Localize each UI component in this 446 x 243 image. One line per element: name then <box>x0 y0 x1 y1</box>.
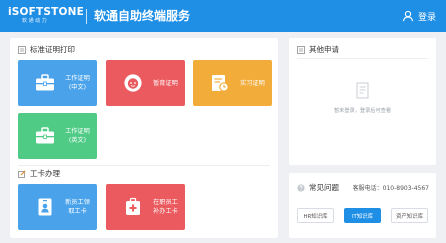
tile-label-line1: 工作证明 <box>65 128 90 135</box>
tile-label: 暂育证明 <box>148 60 183 106</box>
empty-state-text: 暂未登录，登录后可查看 <box>333 108 392 114</box>
login-label: 登录 <box>417 12 436 23</box>
other-divider <box>297 58 428 59</box>
header-divider <box>86 9 87 24</box>
faq-title: 常见问题 <box>309 183 339 192</box>
tile-label: 在职员工 补办工卡 <box>148 184 183 230</box>
services-panel: 标准证明打印 工作证明 (中文) 暂育证明 实习证明 工作证明 (英文) 工卡办… <box>10 38 278 238</box>
medical-kit-icon <box>126 197 140 215</box>
tile-label-line1: 暂育证明 <box>153 79 178 87</box>
empty-document-icon <box>356 82 369 99</box>
top-bar: iSOFTSTONE 软 通 动 力 软通自助终端服务 登录 <box>0 0 446 32</box>
tile-label: 工作证明 (英文) <box>60 113 95 159</box>
logo-brand: iSOFTSTONE <box>8 6 85 18</box>
tile-label-line2: 取工卡 <box>68 208 87 215</box>
tile-label: 工作证明 (中文) <box>60 60 95 106</box>
badge-icon <box>38 198 52 216</box>
tile-label-line1: 工作证明 <box>65 75 90 82</box>
tile-label-line2: 补办工卡 <box>153 208 178 215</box>
section-cert-header: 标准证明打印 <box>18 44 75 55</box>
tile-label-line2: (中文) <box>68 84 87 91</box>
section-cert-title: 标准证明打印 <box>30 45 75 54</box>
baby-icon <box>124 74 142 92</box>
hr-knowledge-button[interactable]: HR知识库 <box>297 208 334 223</box>
user-icon <box>402 10 414 22</box>
tile-reissue-badge[interactable]: 在职员工 补办工卡 <box>106 184 185 230</box>
phone-label: 客服电话： <box>352 185 383 192</box>
app-title: 软通自助终端服务 <box>94 9 191 23</box>
section-badge-title: 工卡办理 <box>30 169 60 178</box>
faq-header: 常见问题 <box>297 182 339 193</box>
other-applications-panel: 其他申请 暂未登录，登录后可查看 <box>289 38 436 165</box>
section-badge-header: 工卡办理 <box>18 168 60 179</box>
briefcase-icon <box>36 74 54 91</box>
phone-number: 010-8903-4567 <box>382 185 429 192</box>
tile-label-line1: 实习证明 <box>240 79 265 87</box>
logo-subtitle: 软 通 动 力 <box>22 18 47 24</box>
document-icon <box>297 45 305 54</box>
tile-label-line1: 在职员工 <box>153 199 178 206</box>
certificate-icon <box>212 75 229 92</box>
tile-label-line1: 新员工领 <box>65 199 90 206</box>
tile-internship-cert[interactable]: 实习证明 <box>193 60 272 106</box>
it-knowledge-button[interactable]: IT知识库 <box>344 208 381 223</box>
tile-work-cert-cn[interactable]: 工作证明 (中文) <box>18 60 97 106</box>
tile-work-cert-en[interactable]: 工作证明 (英文) <box>18 113 97 159</box>
section-divider <box>18 165 270 166</box>
edit-icon <box>18 169 26 178</box>
company-logo: iSOFTSTONE 软 通 动 力 <box>8 6 84 28</box>
faq-panel: 常见问题 客服电话：010-8903-4567 HR知识库 IT知识库 资产知识… <box>289 173 436 238</box>
tile-label-line2: (英文) <box>68 137 87 144</box>
service-phone: 客服电话：010-8903-4567 <box>353 183 429 192</box>
question-icon <box>297 183 305 192</box>
tile-label: 新员工领 取工卡 <box>60 184 95 230</box>
asset-knowledge-button[interactable]: 资产知识库 <box>391 208 428 223</box>
document-icon <box>18 45 26 54</box>
tile-new-badge[interactable]: 新员工领 取工卡 <box>18 184 97 230</box>
other-header: 其他申请 <box>297 44 339 55</box>
tile-childcare-cert[interactable]: 暂育证明 <box>106 60 185 106</box>
login-button[interactable]: 登录 <box>402 8 436 24</box>
briefcase-icon <box>36 127 54 144</box>
tile-label: 实习证明 <box>235 60 270 106</box>
other-title: 其他申请 <box>309 45 339 54</box>
